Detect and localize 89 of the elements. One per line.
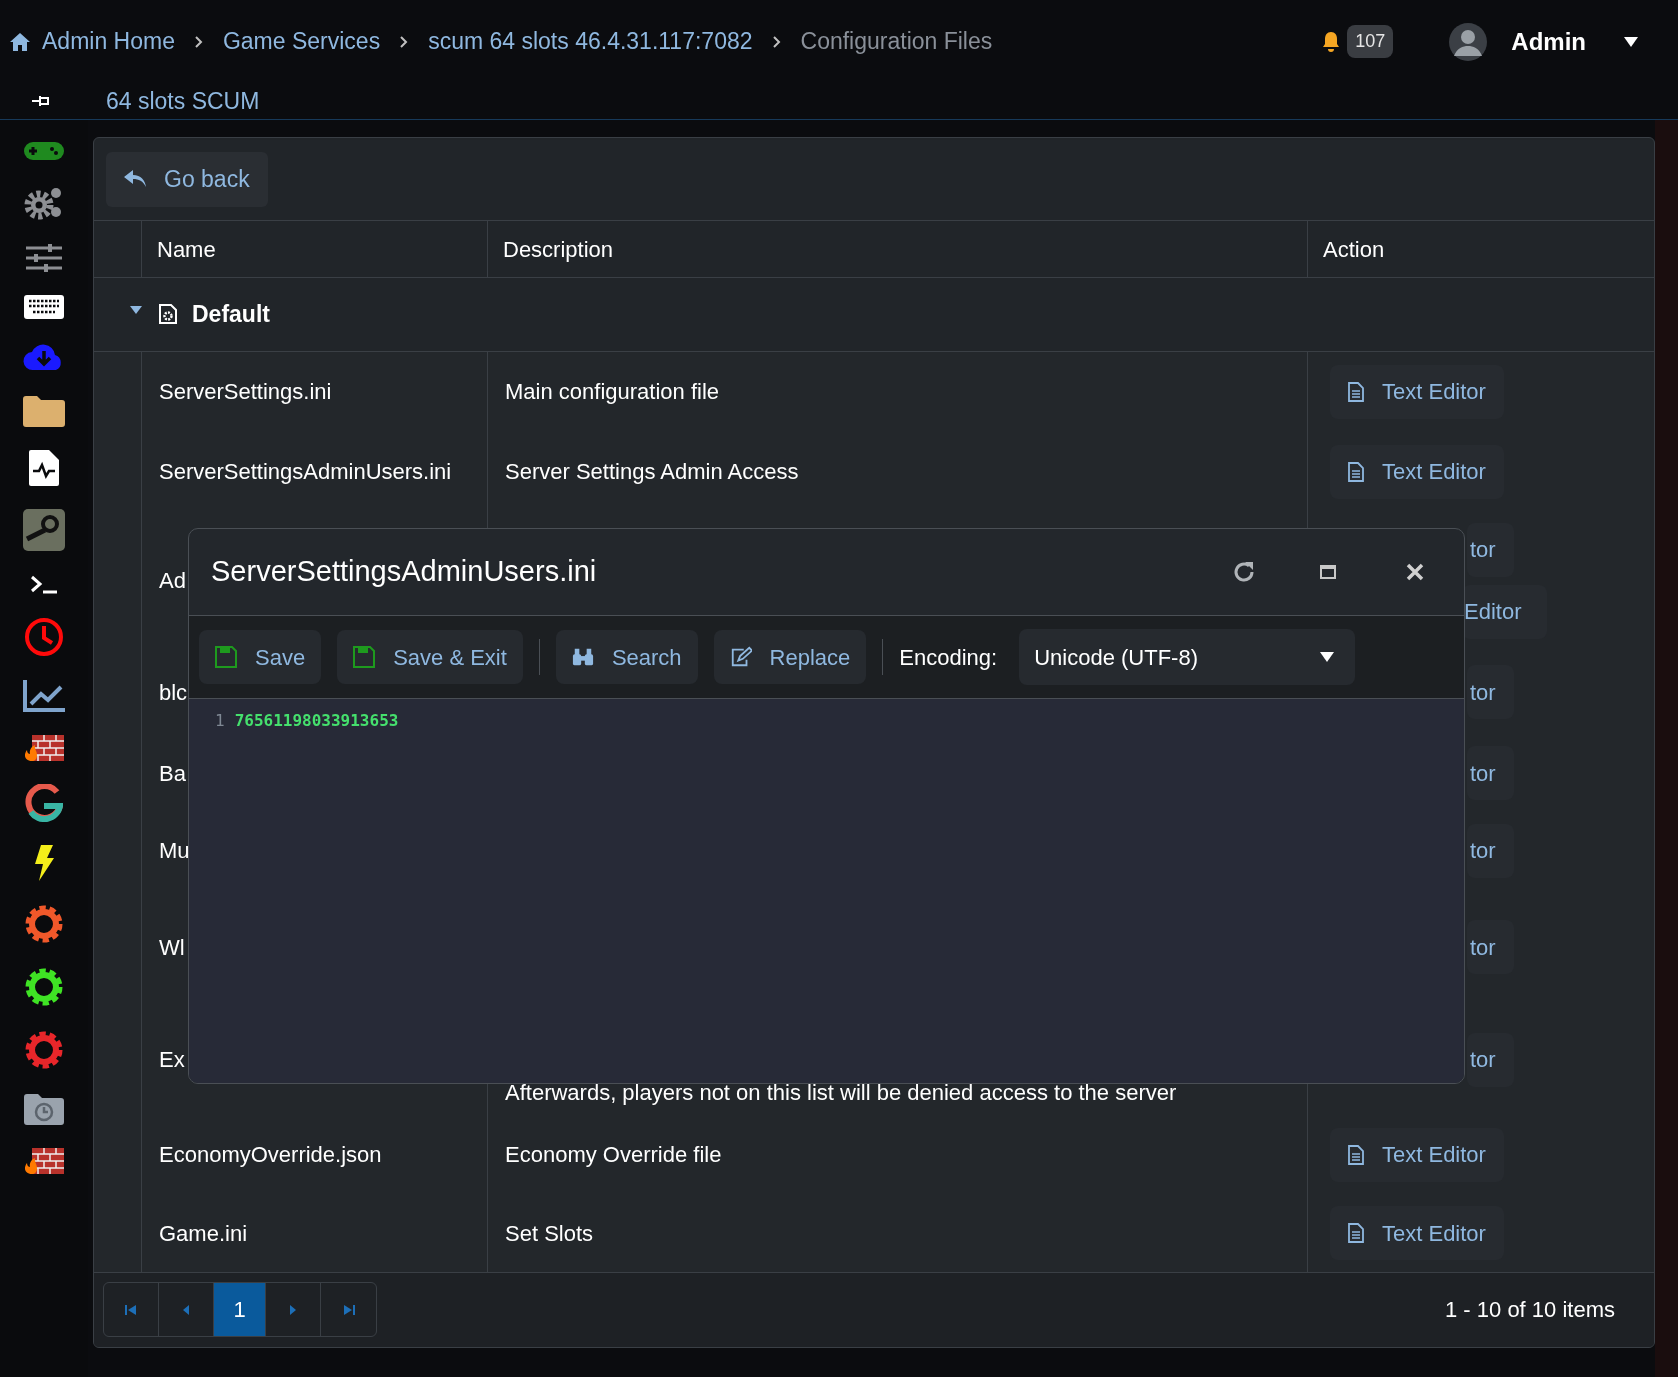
group-label[interactable]: Default xyxy=(192,297,270,332)
text-editor-button[interactable]: Text Editor xyxy=(1330,444,1504,499)
file-waveform-icon[interactable] xyxy=(29,450,59,486)
avatar-icon[interactable] xyxy=(1448,21,1489,62)
code-editor[interactable]: 1 76561198033913653 xyxy=(189,699,1464,1083)
file-name: Mu xyxy=(159,837,190,865)
document-icon xyxy=(1348,1223,1364,1243)
keyboard-icon[interactable] xyxy=(24,295,64,319)
text-editor-button[interactable]: Text Editor xyxy=(1330,364,1504,419)
text-editor-button[interactable]: tor xyxy=(1467,1032,1514,1087)
line-number: 1 xyxy=(215,710,225,732)
refresh-icon[interactable] xyxy=(1232,560,1256,584)
file-name: blc xyxy=(159,678,188,707)
binoculars-icon xyxy=(571,646,594,668)
expand-caret-icon[interactable] xyxy=(130,306,142,315)
file-name: EconomyOverride.json xyxy=(159,1141,382,1169)
text-editor-button[interactable]: tor xyxy=(1467,823,1514,878)
maximize-icon[interactable] xyxy=(1320,565,1336,579)
chevron-icon xyxy=(400,35,409,48)
file-gear-icon xyxy=(159,304,177,325)
file-name: Wl xyxy=(159,933,185,962)
last-page-icon xyxy=(342,1303,355,1316)
file-name: Ba xyxy=(159,759,186,788)
file-description: Set Slots xyxy=(505,1219,594,1248)
bell-icon[interactable] xyxy=(1321,30,1342,53)
go-back-button[interactable]: Go back xyxy=(106,151,268,207)
pagination-summary: 1 - 10 of 10 items xyxy=(1445,1296,1615,1325)
chevron-icon xyxy=(772,35,781,48)
home-icon[interactable] xyxy=(10,32,30,51)
firewall-icon[interactable] xyxy=(24,1148,64,1174)
save-button[interactable]: Save xyxy=(199,630,322,684)
search-button[interactable]: Search xyxy=(555,630,698,684)
close-icon[interactable] xyxy=(1406,563,1424,581)
file-name: Game.ini xyxy=(159,1219,248,1248)
notification-count: 107 xyxy=(1347,25,1394,59)
edit-icon xyxy=(729,646,752,668)
breadcrumb-current: Configuration Files xyxy=(800,27,993,57)
chart-icon[interactable] xyxy=(23,680,65,712)
document-icon xyxy=(1348,1144,1364,1165)
column-header[interactable]: Action xyxy=(1323,232,1385,266)
breadcrumb-link[interactable]: scum 64 slots 46.4.31.117:7082 xyxy=(428,24,753,59)
file-description: Server Settings Admin Access xyxy=(505,458,799,486)
code-line: 76561198033913653 xyxy=(234,710,399,732)
page-button[interactable]: 1 xyxy=(214,1283,266,1337)
file-name: ServerSettings.ini xyxy=(159,378,332,406)
document-icon xyxy=(1348,461,1364,482)
gear-icon[interactable] xyxy=(24,967,64,1007)
gears-icon[interactable] xyxy=(24,185,64,221)
clock-icon[interactable] xyxy=(24,617,64,657)
replace-button[interactable]: Replace xyxy=(713,630,867,684)
back-arrow-icon xyxy=(124,170,146,189)
breadcrumb-link[interactable]: Game Services xyxy=(222,24,381,59)
first-page-icon xyxy=(125,1303,137,1316)
text-editor-button[interactable]: Text Editor xyxy=(1330,1206,1504,1260)
encoding-label: Encoding: xyxy=(899,643,998,672)
folder-history-icon[interactable] xyxy=(24,1093,64,1125)
save-button[interactable]: Save & Exit xyxy=(337,630,523,684)
sliders-icon[interactable] xyxy=(26,244,62,272)
file-name: Ex xyxy=(159,1046,185,1074)
file-description: Main configuration file xyxy=(505,378,719,406)
text-editor-button[interactable]: tor xyxy=(1467,746,1514,800)
caret-icon xyxy=(1320,652,1335,662)
pin-icon[interactable] xyxy=(32,94,50,109)
text-editor-button[interactable]: tor xyxy=(1467,920,1514,974)
gear-icon[interactable] xyxy=(24,904,64,944)
gamepad-icon[interactable] xyxy=(24,140,64,162)
text-editor-button[interactable]: Editor xyxy=(1462,584,1548,639)
bolt-icon[interactable] xyxy=(33,845,55,881)
caret-icon[interactable] xyxy=(1624,36,1638,47)
user-name[interactable]: Admin xyxy=(1511,23,1586,60)
firewall-icon[interactable] xyxy=(24,735,64,761)
file-name: Ad xyxy=(159,567,186,595)
text-editor-button[interactable]: tor xyxy=(1467,665,1514,719)
terminal-icon[interactable] xyxy=(30,574,58,594)
breadcrumb-link[interactable]: Admin Home xyxy=(42,24,175,59)
encoding-dropdown[interactable]: Unicode (UTF-8) xyxy=(1019,629,1356,685)
g-logo-icon[interactable] xyxy=(25,784,63,822)
server-title: 64 slots SCUM xyxy=(106,86,260,116)
dialog-title: ServerSettingsAdminUsers.ini xyxy=(211,554,598,590)
document-icon xyxy=(1348,381,1364,402)
text-editor-button[interactable]: tor xyxy=(1467,522,1514,577)
wrench-tile-icon[interactable] xyxy=(23,509,65,551)
chevron-icon xyxy=(194,35,203,48)
text-editor-button[interactable]: Text Editor xyxy=(1330,1127,1504,1182)
file-name: ServerSettingsAdminUsers.ini xyxy=(159,458,452,486)
folder-icon[interactable] xyxy=(23,395,65,427)
column-header[interactable]: Name xyxy=(157,232,216,266)
column-header[interactable]: Description xyxy=(503,232,614,266)
file-description: Economy Override file xyxy=(505,1141,722,1169)
